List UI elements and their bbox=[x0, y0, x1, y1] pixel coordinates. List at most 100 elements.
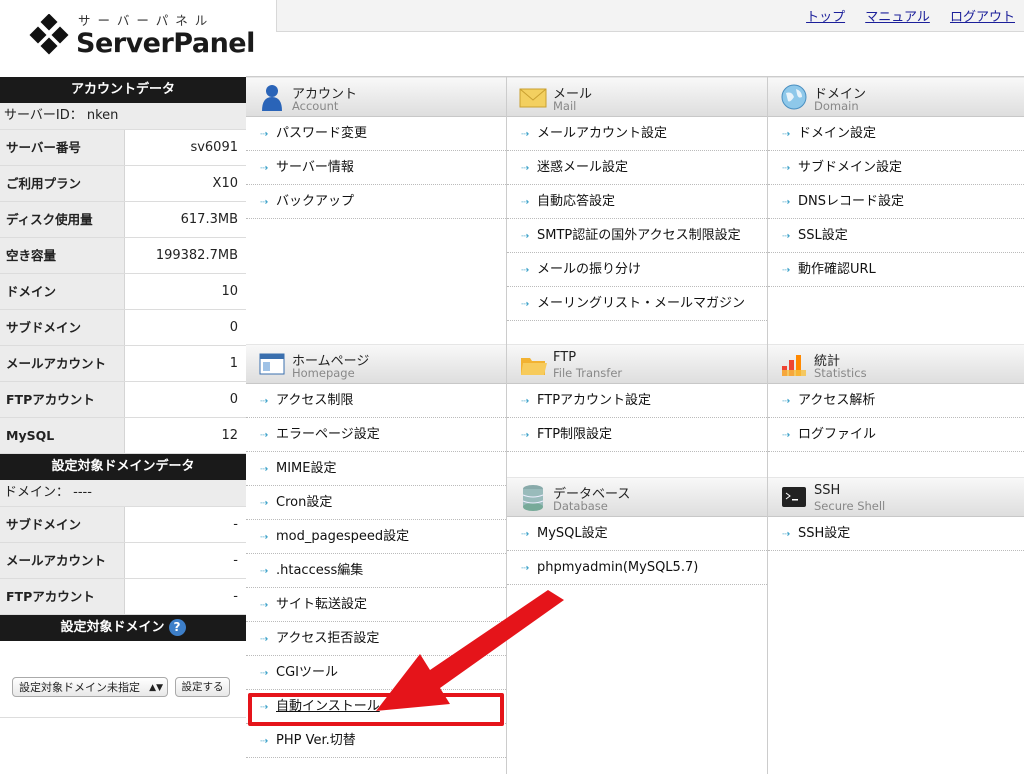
target-domain-select[interactable]: 設定対象ドメイン未指定 ▲▼ bbox=[12, 677, 168, 697]
sidebar-stat-row: サブドメイン 0 bbox=[0, 310, 246, 346]
menu-item[interactable]: ⇢ メーリングリスト・メールマガジン bbox=[507, 287, 767, 321]
menu-item[interactable]: ⇢ MySQL設定 bbox=[507, 517, 767, 551]
menu-item[interactable]: ⇢ サーバー情報 bbox=[246, 151, 506, 185]
menu-item[interactable]: ⇢ 迷惑メール設定 bbox=[507, 151, 767, 185]
arrow-bullet-icon: ⇢ bbox=[521, 529, 530, 540]
arrow-bullet-icon: ⇢ bbox=[260, 600, 269, 611]
menu-item[interactable]: ⇢ 動作確認URL bbox=[768, 253, 1024, 287]
server-id: サーバーID： nken bbox=[0, 103, 246, 130]
menu-item[interactable]: ⇢ SSH設定 bbox=[768, 517, 1024, 551]
menu-item-label: パスワード変更 bbox=[276, 126, 368, 141]
arrow-bullet-icon: ⇢ bbox=[260, 532, 269, 543]
arrow-bullet-icon: ⇢ bbox=[782, 265, 791, 276]
arrow-bullet-icon: ⇢ bbox=[521, 265, 530, 276]
menu-item-label: ドメイン設定 bbox=[798, 126, 877, 141]
menu-item[interactable]: ⇢ PHP Ver.切替 bbox=[246, 724, 506, 758]
menu-item[interactable]: ⇢ バックアップ bbox=[246, 185, 506, 219]
menu-item[interactable]: ⇢ phpmyadmin(MySQL5.7) bbox=[507, 551, 767, 585]
database-icon bbox=[522, 485, 544, 511]
menu-item[interactable]: ⇢ mod_pagespeed設定 bbox=[246, 520, 506, 554]
domain-data-heading: 設定対象ドメインデータ bbox=[0, 454, 246, 480]
arrow-bullet-icon: ⇢ bbox=[260, 129, 269, 140]
link-manual[interactable]: マニュアル bbox=[865, 10, 930, 25]
menu-item[interactable]: ⇢ パスワード変更 bbox=[246, 117, 506, 151]
menu-item[interactable]: ⇢ SMTP認証の国外アクセス制限設定 bbox=[507, 219, 767, 253]
sidebar-stat-row: FTPアカウント 0 bbox=[0, 382, 246, 418]
sidebar-stat-row: ドメイン 10 bbox=[0, 274, 246, 310]
target-domain-heading: 設定対象ドメイン? bbox=[0, 615, 246, 641]
stat-label: ディスク使用量 bbox=[0, 202, 125, 237]
menu-item[interactable]: ⇢ メールアカウント設定 bbox=[507, 117, 767, 151]
menu-item-label: MySQL設定 bbox=[537, 526, 608, 541]
menu-item-label: メーリングリスト・メールマガジン bbox=[537, 296, 746, 311]
menu-item[interactable]: ⇢ .htaccess編集 bbox=[246, 554, 506, 588]
category-database-header: データベース Database bbox=[507, 477, 767, 517]
account-data-heading: アカウントデータ bbox=[0, 77, 246, 103]
menu-item[interactable]: ⇢ メールの振り分け bbox=[507, 253, 767, 287]
target-domain-form: 設定対象ドメイン未指定 ▲▼ 設定する bbox=[0, 641, 246, 718]
menu-item-label: サーバー情報 bbox=[276, 160, 354, 175]
arrow-bullet-icon: ⇢ bbox=[782, 430, 791, 441]
stat-value: - bbox=[125, 507, 246, 542]
menu-item[interactable]: ⇢ DNSレコード設定 bbox=[768, 185, 1024, 219]
menu-item[interactable]: ⇢ FTP制限設定 bbox=[507, 418, 767, 452]
arrow-bullet-icon: ⇢ bbox=[260, 396, 269, 407]
category-subtitle: Secure Shell bbox=[814, 499, 886, 513]
menu-item-label: FTPアカウント設定 bbox=[537, 393, 652, 408]
stat-label: サブドメイン bbox=[0, 507, 125, 542]
folder-icon bbox=[521, 358, 547, 375]
sidebar-stat-row: メールアカウント - bbox=[0, 543, 246, 579]
stat-label: サブドメイン bbox=[0, 310, 125, 345]
menu-item[interactable]: ⇢ Cron設定 bbox=[246, 486, 506, 520]
set-domain-button[interactable]: 設定する bbox=[175, 677, 230, 697]
arrow-bullet-icon: ⇢ bbox=[521, 163, 530, 174]
menu-item-label: SSH設定 bbox=[798, 526, 851, 541]
stat-label: サーバー番号 bbox=[0, 130, 125, 165]
envelope-icon bbox=[519, 88, 547, 108]
menu-item[interactable]: ⇢ SSL設定 bbox=[768, 219, 1024, 253]
arrow-bullet-icon: ⇢ bbox=[260, 498, 269, 509]
menu-item[interactable]: ⇢ アクセス制限 bbox=[246, 384, 506, 418]
menu-item[interactable]: ⇢ エラーページ設定 bbox=[246, 418, 506, 452]
link-top[interactable]: トップ bbox=[806, 10, 845, 25]
category-subtitle: Homepage bbox=[292, 366, 355, 380]
menu-item[interactable]: ⇢ ログファイル bbox=[768, 418, 1024, 452]
menu-item[interactable]: ⇢ 自動応答設定 bbox=[507, 185, 767, 219]
menu-item[interactable]: ⇢ MIME設定 bbox=[246, 452, 506, 486]
stat-label: FTPアカウント bbox=[0, 579, 125, 614]
menu-grid: アカウント Account ⇢ パスワード変更 ⇢ サーバー情報 ⇢ バックアップ メール Mai… bbox=[246, 76, 1024, 774]
sidebar-stat-row: サブドメイン - bbox=[0, 507, 246, 543]
sidebar-stat-row: ご利用プラン X10 bbox=[0, 166, 246, 202]
logo-area[interactable]: サーバーパネル ServerPanel bbox=[0, 0, 276, 76]
menu-item-label: 自動応答設定 bbox=[537, 194, 616, 209]
globe-icon bbox=[781, 84, 807, 110]
category-mail-header: メール Mail bbox=[507, 77, 767, 117]
category-account-header: アカウント Account bbox=[246, 77, 506, 117]
menu-item-label: 迷惑メール設定 bbox=[537, 160, 629, 175]
arrow-bullet-icon: ⇢ bbox=[521, 563, 530, 574]
arrow-bullet-icon: ⇢ bbox=[260, 464, 269, 475]
terminal-icon bbox=[782, 487, 806, 507]
sidebar-stat-row: メールアカウント 1 bbox=[0, 346, 246, 382]
person-icon bbox=[262, 85, 282, 111]
menu-item[interactable]: ⇢ FTPアカウント設定 bbox=[507, 384, 767, 418]
menu-item[interactable]: ⇢ アクセス解析 bbox=[768, 384, 1024, 418]
menu-item[interactable]: ⇢ ドメイン設定 bbox=[768, 117, 1024, 151]
stat-value: sv6091 bbox=[125, 130, 246, 165]
link-logout[interactable]: ログアウト bbox=[950, 10, 1015, 25]
stat-value: 0 bbox=[125, 382, 246, 417]
menu-item-label: メールの振り分け bbox=[537, 262, 642, 277]
category-subtitle: Domain bbox=[814, 99, 859, 113]
category-ssh-header: SSH Secure Shell bbox=[768, 477, 1024, 517]
stat-label: 空き容量 bbox=[0, 238, 125, 273]
category-domain-header: ドメイン Domain bbox=[768, 77, 1024, 117]
menu-item-label: エラーページ設定 bbox=[276, 427, 380, 442]
arrow-bullet-icon: ⇢ bbox=[521, 231, 530, 242]
menu-item-label: メールアカウント設定 bbox=[537, 126, 668, 141]
menu-item[interactable]: ⇢ サブドメイン設定 bbox=[768, 151, 1024, 185]
logo-kana-text: サーバーパネル bbox=[78, 13, 215, 28]
help-icon[interactable]: ? bbox=[168, 619, 186, 636]
arrow-bullet-icon: ⇢ bbox=[260, 736, 269, 747]
arrow-bullet-icon: ⇢ bbox=[782, 231, 791, 242]
red-arrow-icon bbox=[376, 590, 564, 711]
